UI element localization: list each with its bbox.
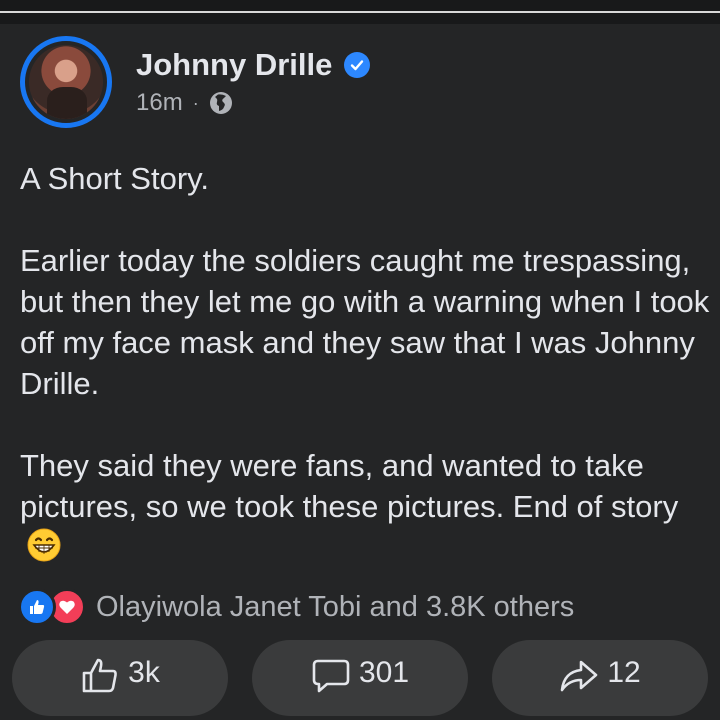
reactions-text[interactable]: Olayiwola Janet Tobi and 3.8K others xyxy=(96,591,574,624)
globe-icon[interactable] xyxy=(209,91,233,115)
comment-bubble-icon xyxy=(312,659,350,693)
share-arrow-icon xyxy=(561,660,598,692)
timestamp-row: 16m · xyxy=(136,89,370,117)
post-time[interactable]: 16m xyxy=(136,89,183,117)
share-count: 12 xyxy=(607,656,641,689)
grinning-face-emoji-icon xyxy=(27,528,61,562)
comment-button[interactable]: 301 xyxy=(252,640,468,716)
post-actions: 3k 301 12 xyxy=(12,640,708,720)
comment-count: 301 xyxy=(358,656,410,689)
author-name[interactable]: Johnny Drille xyxy=(136,47,332,83)
post-paragraph-2-text: They said they were fans, and wanted to … xyxy=(20,448,679,524)
thumbs-up-outline-icon xyxy=(82,658,118,693)
reaction-icons xyxy=(18,588,86,626)
post-paragraph-1: Earlier today the soldiers caught me tre… xyxy=(20,243,710,401)
share-button[interactable]: 12 xyxy=(492,640,708,716)
post-header: Johnny Drille 16m · xyxy=(20,36,371,128)
author-row: Johnny Drille xyxy=(136,47,371,83)
reactions-summary[interactable]: Olayiwola Janet Tobi and 3.8K others xyxy=(18,588,574,626)
post-text: A Short Story. Earlier today the soldier… xyxy=(20,158,710,568)
avatar[interactable] xyxy=(20,36,112,128)
post-meta: Johnny Drille 16m · xyxy=(136,47,371,117)
post-paragraph-2: They said they were fans, and wanted to … xyxy=(20,445,710,568)
like-count: 3k xyxy=(128,656,160,689)
verified-badge-icon xyxy=(344,52,371,78)
like-button[interactable]: 3k xyxy=(12,640,228,716)
status-bar xyxy=(0,0,720,24)
separator-dot: · xyxy=(192,92,199,113)
profile-photo xyxy=(29,45,103,119)
thumbs-up-icon xyxy=(18,588,56,626)
post-title: A Short Story. xyxy=(20,161,209,196)
